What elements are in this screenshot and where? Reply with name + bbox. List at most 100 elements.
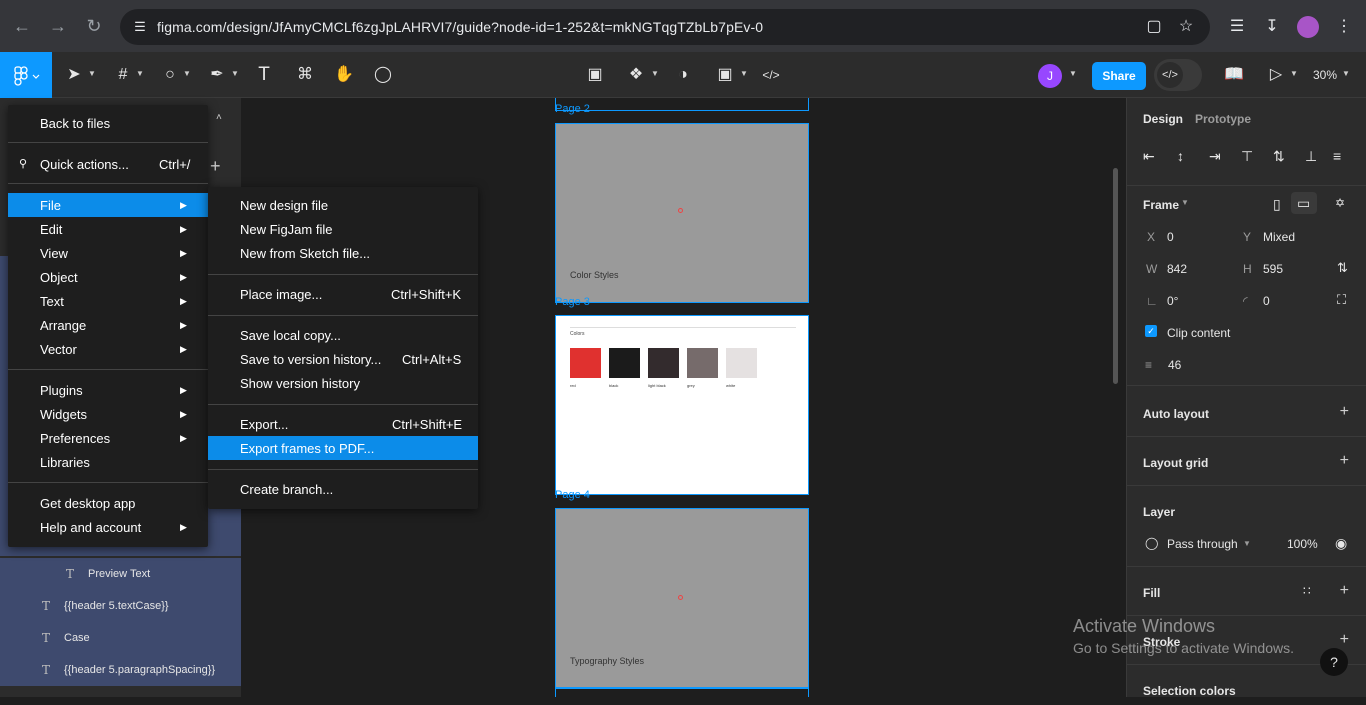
chevron-down-icon[interactable]: ▼ <box>136 69 144 78</box>
chevron-down-icon[interactable]: ▼ <box>231 69 239 78</box>
layer-row[interactable]: T Preview Text <box>0 558 241 590</box>
canvas-scrollbar[interactable] <box>1113 168 1118 384</box>
bookmark-star-icon[interactable]: ☆ <box>1176 17 1196 37</box>
tab-prototype[interactable]: Prototype <box>1195 112 1251 126</box>
align-bottom-icon[interactable]: ⊥ <box>1305 148 1317 165</box>
layer-row[interactable]: T {{header 5.paragraphSpacing}} <box>0 654 241 686</box>
portrait-icon[interactable]: ▯ <box>1273 196 1281 213</box>
menu-item-arrange[interactable]: Arrange ▶ <box>8 313 208 337</box>
align-top-icon[interactable]: ⊤ <box>1241 148 1253 165</box>
chevron-down-icon[interactable]: ▼ <box>1243 539 1251 548</box>
distribute-icon[interactable]: ≡ <box>1333 148 1341 164</box>
add-fill-icon[interactable]: + <box>1340 582 1349 600</box>
add-page-icon[interactable]: + <box>210 156 221 177</box>
menu-item-export[interactable]: Export... Ctrl+Shift+E <box>208 412 478 436</box>
more-menu-icon[interactable]: ⋮ <box>1333 16 1355 38</box>
library-icon[interactable]: 📖 <box>1222 63 1246 87</box>
align-right-icon[interactable]: ⇥ <box>1209 148 1221 165</box>
color-swatch[interactable] <box>726 348 757 378</box>
chevron-up-icon[interactable]: ˄ <box>216 112 222 123</box>
media-icon[interactable]: ☰ <box>1226 16 1248 38</box>
dev-mode-toggle[interactable]: </> <box>1154 59 1202 91</box>
frame-page-2[interactable]: Color Styles <box>555 123 809 303</box>
add-auto-layout-icon[interactable]: + <box>1340 403 1349 421</box>
shape-tool-icon[interactable]: ○ <box>158 63 182 87</box>
chevron-down-icon[interactable]: ▼ <box>1290 69 1298 78</box>
landscape-icon[interactable]: ▭ <box>1297 195 1310 212</box>
frame-label[interactable]: Page 3 <box>555 296 590 308</box>
styles-grid-icon[interactable]: ∷ <box>1303 584 1311 598</box>
width-field[interactable]: 842 <box>1167 262 1187 276</box>
tab-design[interactable]: Design <box>1143 112 1183 126</box>
clip-content-checkbox[interactable]: ✓ <box>1145 325 1157 337</box>
menu-item-back-to-files[interactable]: Back to files <box>8 111 208 135</box>
constrain-proportions-icon[interactable]: ⇅ <box>1337 260 1348 276</box>
hand-tool-icon[interactable]: ✋ <box>332 63 356 87</box>
main-menu-button[interactable] <box>0 52 52 98</box>
frame-tool-icon[interactable]: # <box>111 63 135 87</box>
chevron-down-icon[interactable]: ▼ <box>183 69 191 78</box>
blend-mode-dropdown[interactable]: Pass through <box>1167 537 1238 551</box>
zoom-level[interactable]: 30% <box>1313 68 1337 82</box>
chevron-down-icon[interactable]: ▼ <box>1069 69 1077 78</box>
resources-icon[interactable]: ⌘ <box>293 63 317 87</box>
avatar[interactable]: J <box>1038 64 1062 88</box>
menu-item-preferences[interactable]: Preferences ▶ <box>8 426 208 450</box>
url-text[interactable]: figma.com/design/JfAmyCMCLf6zgJpLAHRVI7/… <box>157 19 763 35</box>
chevron-down-icon[interactable]: ▼ <box>88 69 96 78</box>
menu-item-edit[interactable]: Edit ▶ <box>8 217 208 241</box>
menu-item-place-image[interactable]: Place image... Ctrl+Shift+K <box>208 282 478 306</box>
menu-item-get-desktop-app[interactable]: Get desktop app <box>8 491 208 515</box>
component-icon[interactable]: ❖ <box>624 63 648 87</box>
share-button[interactable]: Share <box>1092 62 1146 90</box>
no-tracking-icon[interactable]: ▢ <box>1144 17 1164 37</box>
text-tool-icon[interactable]: T <box>252 63 276 87</box>
menu-item-view[interactable]: View ▶ <box>8 241 208 265</box>
present-icon[interactable]: ▷ <box>1264 63 1288 87</box>
frame-page-4[interactable]: Typography Styles <box>555 508 809 688</box>
chevron-down-icon[interactable]: ▼ <box>1342 69 1350 78</box>
rotation-field[interactable]: 0° <box>1167 294 1178 308</box>
reload-icon[interactable]: ↻ <box>82 14 106 38</box>
frame-dropdown[interactable]: Frame <box>1143 198 1179 212</box>
menu-item-text[interactable]: Text ▶ <box>8 289 208 313</box>
eye-icon[interactable]: ◉ <box>1335 535 1347 552</box>
help-button[interactable]: ? <box>1320 648 1348 676</box>
comment-tool-icon[interactable]: ◯ <box>371 63 395 87</box>
height-field[interactable]: 595 <box>1263 262 1283 276</box>
pen-tool-icon[interactable]: ✒ <box>205 63 229 87</box>
menu-item-save-to-version-history[interactable]: Save to version history... Ctrl+Alt+S <box>208 347 478 371</box>
x-field[interactable]: 0 <box>1167 230 1174 244</box>
independent-corners-icon[interactable]: ⛶ <box>1337 292 1346 308</box>
align-middle-icon[interactable]: ⇅ <box>1273 148 1285 165</box>
menu-item-create-branch[interactable]: Create branch... <box>208 477 478 501</box>
menu-item-file[interactable]: File ▶ <box>8 193 208 217</box>
chevron-down-icon[interactable]: ▼ <box>740 69 748 78</box>
boolean-icon[interactable]: ▣ <box>713 63 737 87</box>
spacing-field[interactable]: 46 <box>1168 358 1181 372</box>
profile-avatar[interactable] <box>1297 16 1319 38</box>
add-layout-grid-icon[interactable]: + <box>1340 452 1349 470</box>
site-info-icon[interactable]: ☰ <box>130 17 150 37</box>
resize-to-fit-icon[interactable]: ✡ <box>1335 196 1345 210</box>
menu-item-save-local-copy[interactable]: Save local copy... <box>208 323 478 347</box>
code-icon[interactable]: </> <box>759 63 783 87</box>
menu-item-plugins[interactable]: Plugins ▶ <box>8 378 208 402</box>
menu-item-export-frames-to-pdf[interactable]: Export frames to PDF... <box>208 436 478 460</box>
color-swatch[interactable] <box>609 348 640 378</box>
align-left-icon[interactable]: ⇤ <box>1143 148 1155 165</box>
menu-item-vector[interactable]: Vector ▶ <box>8 337 208 361</box>
frame-page-3[interactable]: Colors red black light black grey white <box>555 315 809 495</box>
menu-item-show-version-history[interactable]: Show version history <box>208 371 478 395</box>
color-swatch[interactable] <box>570 348 601 378</box>
align-center-h-icon[interactable]: ↕ <box>1177 148 1184 164</box>
opacity-field[interactable]: 100% <box>1287 537 1318 551</box>
layer-row[interactable]: T {{header 5.textCase}} <box>0 590 241 622</box>
menu-item-object[interactable]: Object ▶ <box>8 265 208 289</box>
menu-item-new-from-sketch[interactable]: New from Sketch file... <box>208 241 478 265</box>
layer-row[interactable]: T Case <box>0 622 241 654</box>
color-swatch[interactable] <box>687 348 718 378</box>
move-tool-icon[interactable]: ➤ <box>62 63 86 87</box>
corner-radius-field[interactable]: 0 <box>1263 294 1270 308</box>
y-field[interactable]: Mixed <box>1263 230 1295 244</box>
